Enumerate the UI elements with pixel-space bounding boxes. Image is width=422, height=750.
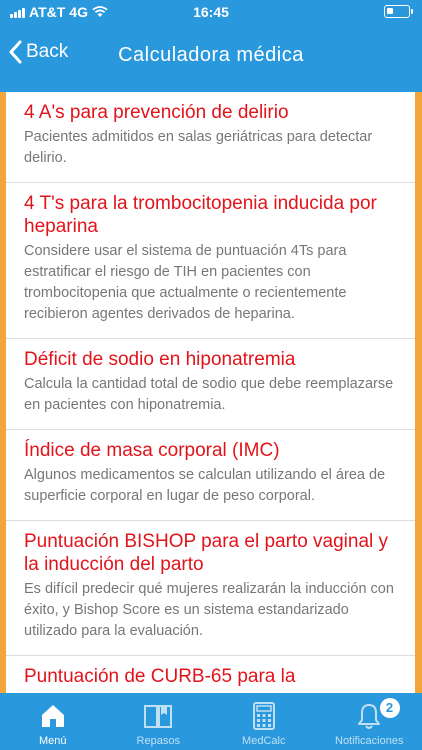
list-item[interactable]: 4 T's para la trombocitopenia inducida p… [6, 183, 415, 339]
item-title: Índice de masa corporal (IMC) [24, 440, 280, 461]
item-title: Puntuación BISHOP para el parto vaginal … [24, 531, 389, 575]
tab-label: MedCalc [242, 735, 286, 747]
tab-bar: Menú Repasos MedCalc 2 Notificaciones [0, 693, 422, 750]
list-item[interactable]: Índice de masa corporal (IMC) Algunos me… [6, 430, 415, 521]
item-title: Déficit de sodio en hiponatremia [24, 349, 296, 370]
tab-label: Menú [38, 735, 67, 747]
tab-notificaciones[interactable]: 2 Notificaciones [317, 693, 422, 750]
list-item[interactable]: Déficit de sodio en hiponatremia Calcula… [6, 339, 415, 430]
notification-badge: 2 [379, 698, 400, 718]
tab-label: Repasos [136, 735, 180, 747]
page-title: Calculadora médica [118, 44, 304, 66]
status-time: 16:45 [193, 4, 229, 20]
item-title: 4 T's para la trombocitopenia inducida p… [24, 193, 377, 237]
list-item[interactable]: Puntuación BISHOP para el parto vaginal … [6, 521, 415, 656]
item-description: Considere usar el sistema de puntuación … [24, 243, 347, 322]
status-bar: AT&T 4G 16:45 [0, 0, 422, 24]
item-description: Es difícil predecir qué mujeres realizar… [24, 581, 394, 639]
item-title: Puntuación de CURB-65 para la [24, 666, 296, 687]
top-bar: AT&T 4G 16:45 Back Calculadora médica [0, 0, 422, 92]
battery-icon [384, 5, 413, 18]
item-description: Pacientes admitidos en salas geriátricas… [24, 129, 373, 166]
tab-medcalc[interactable]: MedCalc [211, 693, 317, 750]
home-icon [36, 701, 70, 731]
tab-repasos[interactable]: Repasos [106, 693, 212, 750]
calculator-icon [247, 701, 281, 731]
item-description: Algunos medicamentos se calculan utiliza… [24, 467, 386, 504]
item-description: Calcula la cantidad total de sodio que d… [24, 376, 394, 413]
tab-label: Notificaciones [335, 735, 404, 747]
tab-menu[interactable]: Menú [0, 693, 106, 750]
list-item[interactable]: Puntuación de CURB-65 para la [6, 656, 415, 693]
item-title: 4 A's para prevención de delirio [24, 102, 289, 123]
navigation-bar: Back Calculadora médica [0, 36, 422, 76]
list-item[interactable]: 4 A's para prevención de delirio Pacient… [6, 92, 415, 183]
calculator-list[interactable]: 4 A's para prevención de delirio Pacient… [6, 92, 415, 693]
book-icon [141, 701, 175, 731]
